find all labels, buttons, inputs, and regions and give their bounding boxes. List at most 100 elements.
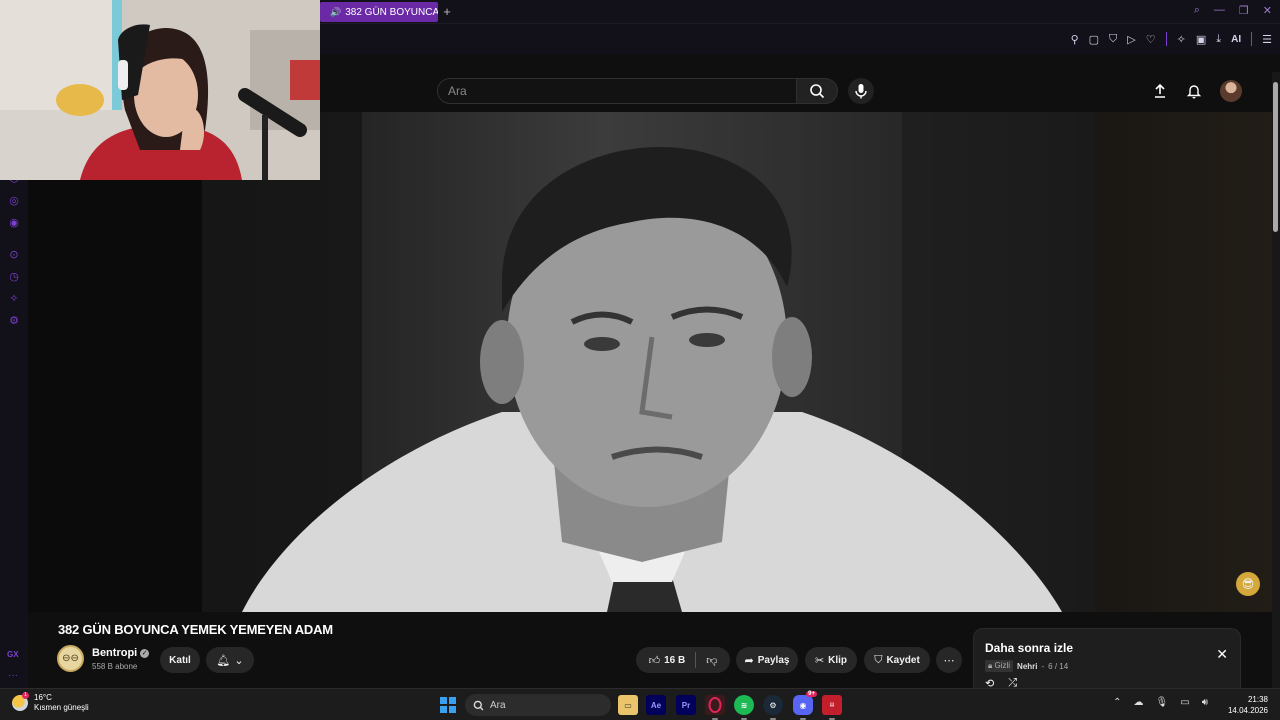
after-effects-icon[interactable]: Ae bbox=[646, 695, 666, 715]
webcam-feed bbox=[0, 0, 320, 180]
desktop: 🔊 382 GÜN BOYUNCA Y + ⌕ — ❐ ✕ ⚲ ▢ ⛉ ▷ ♡ … bbox=[0, 0, 1280, 720]
microphone-icon bbox=[855, 84, 867, 99]
tab-title: 382 GÜN BOYUNCA Y bbox=[345, 6, 438, 18]
onedrive-icon[interactable]: ☁ bbox=[1134, 697, 1144, 708]
play-icon[interactable]: ▷ bbox=[1127, 33, 1135, 46]
heart-icon[interactable]: ♡ bbox=[1146, 33, 1156, 46]
opera-gx-icon[interactable] bbox=[705, 695, 725, 720]
discord-icon[interactable]: ◉ bbox=[7, 216, 21, 230]
weather-icon: 1 bbox=[12, 692, 29, 711]
search-icon bbox=[810, 84, 825, 99]
shield-icon[interactable]: ⛉ bbox=[1109, 33, 1117, 46]
channel-name-row[interactable]: Bentropi ✓ bbox=[92, 647, 150, 659]
subscriber-count: 558 B abone bbox=[92, 662, 138, 671]
scrollbar-thumb[interactable] bbox=[1273, 82, 1278, 232]
start-button[interactable] bbox=[440, 697, 456, 713]
volume-icon[interactable]: 🔊︎ bbox=[1202, 697, 1208, 708]
instagram-icon[interactable]: ◎ bbox=[7, 194, 21, 208]
spotify-icon[interactable]: ≋ bbox=[734, 695, 754, 720]
playlist-position: 6 / 14 bbox=[1048, 661, 1069, 671]
voice-search-button[interactable] bbox=[848, 78, 874, 104]
new-tab-button[interactable]: + bbox=[440, 5, 454, 19]
chevron-up-icon[interactable]: ⌃ bbox=[1113, 697, 1121, 708]
ai-button[interactable]: AI bbox=[1231, 34, 1241, 45]
search-input[interactable]: Ara bbox=[437, 78, 797, 104]
download-icon[interactable]: ⤓ bbox=[1216, 33, 1221, 46]
share-button[interactable]: ➦ Paylaş bbox=[736, 647, 798, 673]
verified-icon: ✓ bbox=[140, 648, 150, 658]
pr-label: Pr bbox=[681, 700, 691, 710]
taskbar-search[interactable]: Ara bbox=[465, 694, 611, 716]
vencer-icon[interactable]: ▤ bbox=[822, 695, 842, 720]
player-icon[interactable]: ⊙ bbox=[7, 248, 21, 262]
privacy-label: Gizli bbox=[994, 661, 1011, 670]
clip-button[interactable]: ✂ Klip bbox=[805, 647, 857, 673]
restore-icon[interactable]: ❐ bbox=[1239, 4, 1249, 17]
join-button[interactable]: Katıl bbox=[160, 647, 200, 673]
join-label: Katıl bbox=[169, 654, 191, 666]
tab-island-icon[interactable]: ▣ bbox=[1196, 33, 1206, 46]
extensions-icon[interactable]: ✧ bbox=[7, 292, 21, 306]
upload-icon[interactable] bbox=[1152, 83, 1168, 99]
steam-icon[interactable]: ⚙ bbox=[763, 695, 783, 720]
microphone-icon[interactable]: 🎙︎ bbox=[1156, 697, 1169, 708]
toolbar-separator bbox=[1165, 32, 1167, 46]
tab-active[interactable]: 🔊 382 GÜN BOYUNCA Y bbox=[320, 2, 438, 22]
clock-time: 21:38 bbox=[1247, 695, 1268, 704]
system-tray: ⌃ ☁ 🎙︎ ▭ 🔊︎ bbox=[1113, 697, 1208, 708]
share-icon: ➦ bbox=[744, 654, 754, 667]
search-button[interactable] bbox=[796, 78, 838, 104]
ai-label: AI bbox=[1231, 33, 1242, 45]
video-frame[interactable] bbox=[202, 112, 1095, 612]
menu-icon[interactable]: ☰ bbox=[1262, 33, 1272, 46]
search-icon[interactable]: ⌕ bbox=[1194, 4, 1200, 17]
more-actions-button[interactable]: ⋯ bbox=[936, 647, 962, 673]
snapshot-icon[interactable]: ▢ bbox=[1089, 33, 1099, 46]
speaker-icon[interactable]: 🔊 bbox=[330, 7, 341, 18]
page-scrollbar[interactable] bbox=[1272, 72, 1280, 688]
discord-badge: 9+ bbox=[806, 691, 817, 697]
video-still-man bbox=[202, 112, 1095, 612]
playlist-title[interactable]: Daha sonra izle bbox=[985, 641, 1073, 655]
discord-icon[interactable]: ◉ 9+ bbox=[793, 691, 817, 720]
clock-date: 14.04.2026 bbox=[1227, 706, 1268, 715]
toolbar-icons: ⚲ ▢ ⛉ ▷ ♡ ✧ ▣ ⤓ AI ☰ bbox=[1071, 32, 1272, 46]
bell-icon[interactable] bbox=[1186, 83, 1202, 99]
system-clock[interactable]: 21:38 14.04.2026 bbox=[1228, 694, 1268, 716]
weather-widget[interactable]: 1 16°C Kısmen güneşli bbox=[12, 692, 89, 713]
gx-logo: GX bbox=[7, 650, 19, 659]
more-icon[interactable]: ··· bbox=[8, 670, 18, 681]
masthead-actions bbox=[1152, 80, 1242, 102]
playlist-panel: Daha sonra izle 🔒︎ Gizli Nehri - 6 / 14 … bbox=[973, 628, 1241, 690]
save-label: Kaydet bbox=[886, 654, 920, 666]
emoji-overlay-icon[interactable]: 😎 bbox=[1236, 572, 1260, 596]
browser-toolbar: ⚲ ▢ ⛉ ▷ ♡ ✧ ▣ ⤓ AI ☰ bbox=[320, 24, 1280, 54]
dislike-icon[interactable]: 👎︎ bbox=[706, 654, 717, 667]
playlist-meta: 🔒︎ Gizli Nehri - 6 / 14 bbox=[985, 660, 1068, 672]
channel-name[interactable]: Bentropi bbox=[92, 647, 137, 659]
close-icon[interactable]: ✕ bbox=[1263, 4, 1272, 17]
search-icon bbox=[473, 700, 484, 710]
like-count[interactable]: 16 B bbox=[664, 655, 685, 666]
pin-icon[interactable]: ⚲ bbox=[1071, 33, 1079, 46]
taskbar-search-placeholder: Ara bbox=[490, 699, 506, 711]
save-button[interactable]: ⛉ Kaydet bbox=[864, 647, 930, 673]
weather-desc: Kısmen güneşli bbox=[34, 703, 89, 712]
history-icon[interactable]: ◷ bbox=[7, 270, 21, 284]
windows-logo-pane bbox=[449, 697, 456, 704]
minimize-icon[interactable]: — bbox=[1214, 4, 1225, 17]
channel-avatar[interactable]: ⊖⊖ bbox=[57, 645, 84, 672]
display-icon[interactable]: ▭ bbox=[1180, 697, 1189, 708]
premiere-pro-icon[interactable]: Pr bbox=[676, 695, 696, 715]
account-avatar[interactable] bbox=[1220, 80, 1242, 102]
settings-icon[interactable]: ⚙ bbox=[7, 314, 21, 328]
bookmark-icon: ⛉ bbox=[874, 653, 883, 666]
file-explorer-icon[interactable]: ▭ bbox=[618, 695, 638, 715]
taskbar: 1 16°C Kısmen güneşli Ara ▭ Ae Pr ≋ ⚙ ◉ bbox=[0, 688, 1280, 720]
subscribe-bell-button[interactable]: 🔔︎ ⌄ bbox=[206, 647, 254, 673]
extensions-icon[interactable]: ✧ bbox=[1177, 33, 1186, 46]
like-divider bbox=[695, 652, 697, 668]
close-icon[interactable]: ✕ bbox=[1216, 646, 1228, 663]
like-icon[interactable]: 👍︎ bbox=[649, 654, 661, 667]
playlist-owner[interactable]: Nehri bbox=[1017, 662, 1037, 671]
